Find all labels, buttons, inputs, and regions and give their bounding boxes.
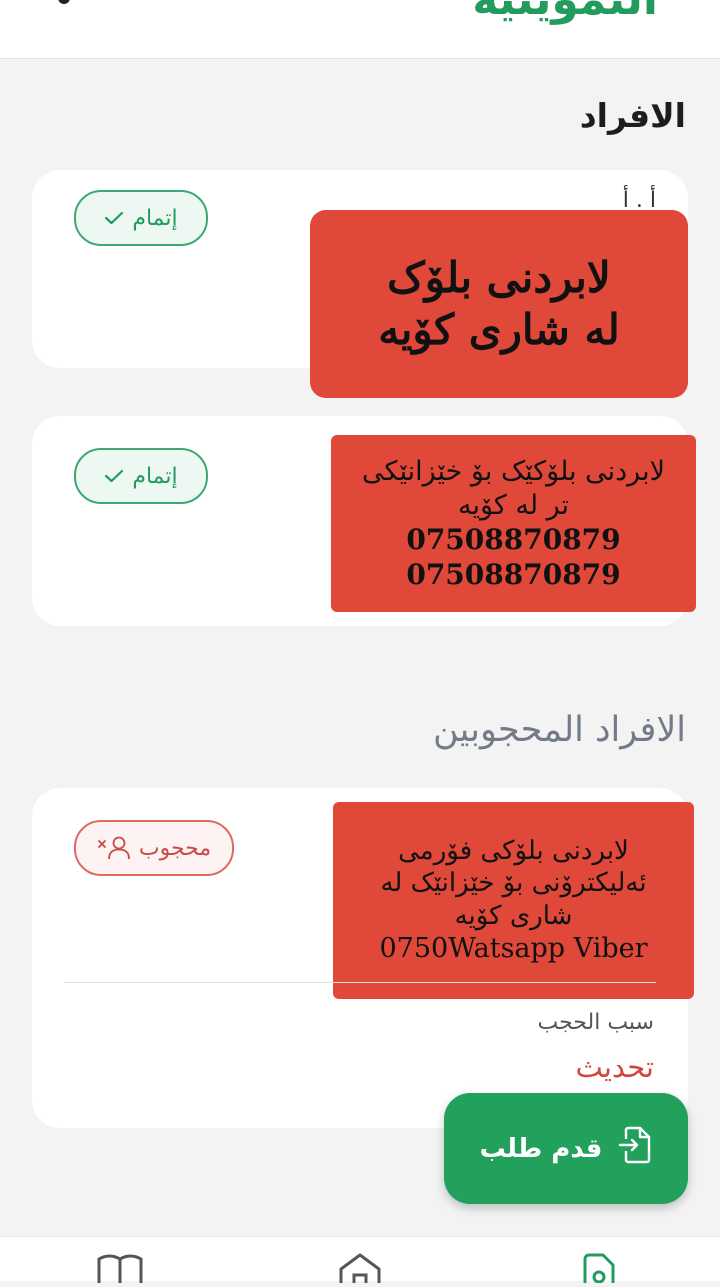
overlay-line: ئەلیکترۆنی بۆ خێزانێک له (380, 868, 647, 899)
overlay-line: 07508870879 (406, 523, 621, 557)
overlay-line: لابردنی بلۆکی فۆرمی (398, 835, 629, 866)
overlay-banner: لابردنی بلۆک له شاری کۆیه (310, 210, 688, 398)
check-icon (104, 468, 124, 484)
overlay-line: شاری کۆیه (454, 900, 573, 931)
check-icon (104, 210, 124, 226)
overlay-line: 07508870879 (406, 558, 621, 592)
card-divider (64, 982, 656, 983)
home-icon[interactable] (338, 1253, 382, 1287)
submit-request-label: قدم طلب (479, 1133, 603, 1164)
overlay-line: تر له کۆیه (457, 489, 570, 521)
blocked-badge: محجوب (74, 820, 234, 876)
members-section-title: الافراد (579, 96, 686, 135)
bottom-navigation (0, 1236, 720, 1284)
complete-button[interactable]: إتمام (74, 448, 208, 504)
overlay-line: 0750Watsapp Viber (379, 933, 648, 965)
blocked-section-title: الافراد المحجوبين (433, 710, 686, 750)
book-icon[interactable] (96, 1253, 144, 1287)
overlay-banner: لابردنی بلۆکێک بۆ خێزانێکی تر له کۆیه 07… (331, 435, 696, 612)
blocked-label: محجوب (138, 835, 212, 861)
document-icon[interactable] (582, 1253, 616, 1287)
overlay-line: لابردنی بلۆکێک بۆ خێزانێکی (362, 455, 665, 487)
block-reason-label: سبب الحجب (537, 1010, 655, 1035)
page-title: التموينية (472, 0, 658, 25)
user-blocked-icon (97, 835, 131, 861)
complete-label: إتمام (132, 205, 178, 231)
complete-button[interactable]: إتمام (74, 190, 208, 246)
overlay-line: لابردنی بلۆک (387, 252, 611, 302)
back-icon[interactable] (58, 0, 70, 4)
submit-request-button[interactable]: قدم طلب (444, 1093, 688, 1204)
overlay-line: له شاری کۆیه (378, 305, 620, 354)
app-header: التموينية (0, 0, 720, 59)
overlay-banner: لابردنی بلۆکی فۆرمی ئەلیکترۆنی بۆ خێزانێ… (333, 802, 694, 999)
complete-label: إتمام (132, 463, 178, 489)
file-import-icon (618, 1126, 652, 1171)
update-link[interactable]: تحديث (575, 1050, 654, 1084)
